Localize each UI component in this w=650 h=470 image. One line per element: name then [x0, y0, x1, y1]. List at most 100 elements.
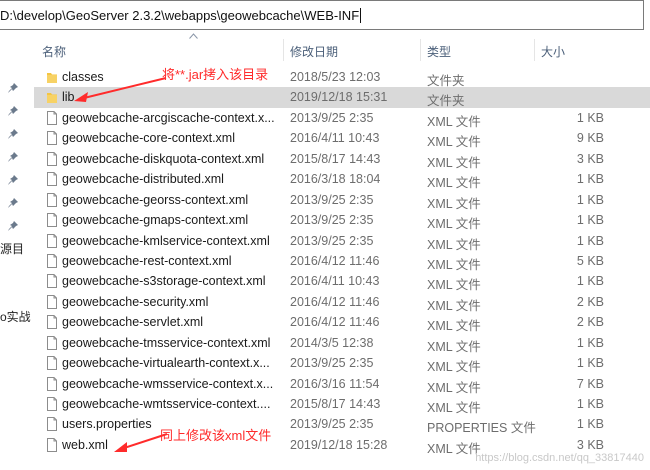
file-name: geowebcache-rest-context.xml: [62, 253, 232, 268]
file-name: geowebcache-georss-context.xml: [62, 192, 249, 207]
file-icon: [47, 110, 57, 125]
file-row[interactable]: geowebcache-tmsservice-context.xml 2014/3…: [34, 333, 650, 354]
file-row[interactable]: geowebcache-arcgiscache-context.x... 2013…: [34, 108, 650, 129]
file-type: 文件夹: [427, 74, 465, 88]
file-row[interactable]: geowebcache-servlet.xml 2016/4/12 11:46 XM…: [34, 312, 650, 334]
file-type: XML 文件: [427, 217, 481, 232]
pin-icon[interactable]: [7, 151, 19, 163]
file-icon: [47, 294, 57, 309]
file-icon: [47, 315, 57, 330]
file-size: 1 KB: [576, 417, 604, 432]
file-date: 2013/9/25 2:35: [290, 356, 374, 371]
file-date: 2018/5/23 12:03: [290, 70, 381, 84]
file-type: XML 文件: [427, 196, 481, 211]
file-name: geowebcache-wmtsservice-context....: [62, 397, 271, 411]
pin-icon[interactable]: [7, 128, 19, 140]
watermark: https://blog.csdn.net/qq_33817440: [475, 452, 644, 464]
file-size: 2 KB: [576, 315, 604, 330]
file-date: 2016/4/12 11:46: [290, 253, 380, 268]
file-list: classes 2018/5/23 12:03 文件夹 lib 2019/12/18 1…: [34, 67, 650, 456]
annotation-arrow: [74, 77, 167, 102]
file-date: 2016/3/16 11:54: [290, 376, 380, 391]
pin-icon[interactable]: [7, 174, 19, 186]
file-type: XML 文件: [427, 319, 481, 334]
file-type: XML 文件: [427, 298, 481, 313]
file-date: 2013/9/25 2:35: [290, 213, 374, 228]
file-type: XML 文件: [427, 176, 481, 191]
file-date: 2019/12/18 15:31: [290, 90, 388, 105]
file-name: geowebcache-s3storage-context.xml: [62, 274, 266, 289]
file-date: 2015/8/17 14:43: [290, 397, 381, 411]
file-name: geowebcache-arcgiscache-context.x...: [62, 110, 275, 125]
address-path[interactable]: D:\develop\GeoServer 2.3.2\webapps\geowe…: [0, 8, 362, 23]
file-size: 1 KB: [576, 274, 604, 289]
annotation-xml-note: 同上修改该xml文件: [160, 428, 272, 443]
file-row[interactable]: geowebcache-wmsservice-context.x... 2016/…: [34, 374, 650, 395]
file-name: geowebcache-virtualearth-context.x...: [62, 356, 270, 371]
file-row[interactable]: geowebcache-rest-context.xml 2016/4/12 11…: [34, 251, 650, 272]
file-name: geowebcache-servlet.xml: [62, 315, 204, 330]
navigation-pane: 源目 o实战: [0, 30, 31, 470]
file-size: 3 KB: [576, 437, 604, 452]
file-type: XML 文件: [427, 441, 481, 456]
file-type: PROPERTIES 文件: [427, 421, 536, 436]
file-size: 1 KB: [576, 172, 604, 187]
file-date: 2016/4/12 11:46: [290, 315, 380, 330]
file-size: 1 KB: [576, 233, 604, 248]
file-icon: [47, 233, 57, 248]
pin-icon[interactable]: [7, 197, 19, 209]
column-divider[interactable]: [534, 39, 535, 61]
file-type: XML 文件: [427, 360, 481, 375]
file-row[interactable]: geowebcache-gmaps-context.xml 2013/9/25 2…: [34, 210, 650, 232]
file-type: XML 文件: [427, 278, 481, 293]
column-divider[interactable]: [283, 39, 284, 61]
file-size: 1 KB: [576, 397, 604, 411]
file-name: geowebcache-tmsservice-context.xml: [62, 335, 271, 350]
file-name: geowebcache-kmlservice-context.xml: [62, 233, 270, 248]
file-size: 1 KB: [576, 110, 604, 125]
file-row[interactable]: geowebcache-core-context.xml 2016/4/11 10…: [34, 128, 650, 149]
file-row[interactable]: geowebcache-s3storage-context.xml 2016/4/…: [34, 271, 650, 293]
file-type: 文件夹: [427, 94, 465, 109]
column-name-header[interactable]: 名称: [42, 43, 66, 60]
column-type-header[interactable]: 类型: [427, 43, 451, 60]
column-date-header[interactable]: 修改日期: [290, 43, 338, 60]
file-name: geowebcache-diskquota-context.xml: [62, 151, 265, 166]
file-row[interactable]: geowebcache-virtualearth-context.x... 201…: [34, 353, 650, 375]
file-row[interactable]: geowebcache-distributed.xml 2016/3/18 18:…: [34, 169, 650, 191]
file-row[interactable]: geowebcache-georss-context.xml 2013/9/25 …: [34, 190, 650, 211]
file-type: XML 文件: [427, 237, 481, 252]
file-row[interactable]: geowebcache-kmlservice-context.xml 2013/9…: [34, 231, 650, 252]
file-size: 1 KB: [576, 192, 604, 207]
file-icon: [47, 274, 57, 289]
file-row[interactable]: geowebcache-diskquota-context.xml 2015/8/…: [34, 149, 650, 170]
file-icon: [47, 172, 57, 187]
file-date: 2013/9/25 2:35: [290, 192, 374, 207]
file-icon: [47, 192, 57, 207]
column-size-header[interactable]: 大小: [541, 43, 565, 60]
address-bar[interactable]: D:\develop\GeoServer 2.3.2\webapps\geowe…: [0, 0, 644, 30]
file-row[interactable]: geowebcache-security.xml 2016/4/12 11:46 X…: [34, 292, 650, 313]
file-date: 2013/9/25 2:35: [290, 417, 374, 432]
file-size: 1 KB: [576, 213, 604, 228]
folder-icon: [47, 73, 57, 83]
column-divider[interactable]: [420, 39, 421, 61]
file-row[interactable]: geowebcache-wmtsservice-context.... 2015/…: [34, 394, 650, 415]
pin-icon[interactable]: [7, 82, 19, 94]
sort-up-icon: [189, 33, 198, 39]
file-date: 2016/4/11 10:43: [290, 274, 380, 289]
file-name: geowebcache-distributed.xml: [62, 172, 224, 187]
file-date: 2014/3/5 12:38: [290, 335, 374, 350]
file-icon: [47, 376, 57, 391]
nav-item-label[interactable]: 源目: [0, 240, 27, 257]
file-type: XML 文件: [427, 155, 481, 170]
file-date: 2013/9/25 2:35: [290, 110, 374, 125]
file-size: 7 KB: [576, 376, 604, 391]
file-type: XML 文件: [427, 114, 481, 129]
nav-item-label[interactable]: o实战: [0, 308, 31, 325]
file-date: 2016/4/11 10:43: [290, 131, 380, 146]
file-size: 1 KB: [576, 335, 604, 350]
pin-icon[interactable]: [7, 220, 19, 232]
file-type: XML 文件: [427, 339, 481, 354]
pin-icon[interactable]: [7, 105, 19, 117]
